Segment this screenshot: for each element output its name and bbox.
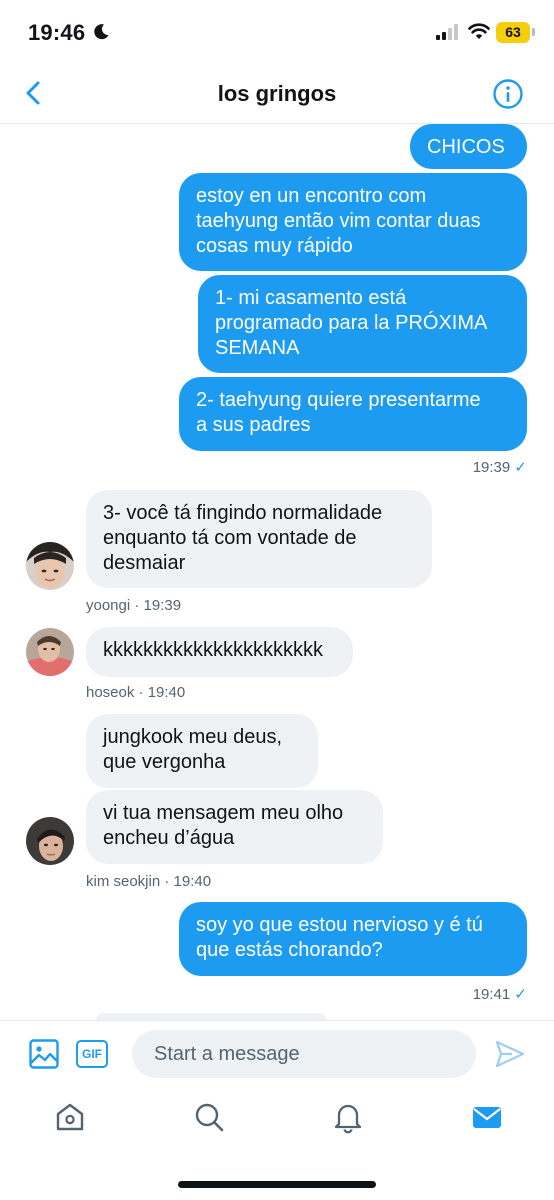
avatar-kim-seokjin[interactable] — [26, 817, 74, 865]
message-sender-meta: yoongi · 19:39 — [86, 597, 182, 614]
home-icon[interactable] — [53, 1100, 87, 1134]
image-icon[interactable] — [28, 1038, 60, 1070]
message-sender-meta: kim seokjin · 19:40 — [86, 873, 212, 890]
message-text-line: a sus padres — [196, 414, 311, 436]
message-text-line: encheu d’água — [103, 827, 235, 849]
message-text-line: 3- você tá fingindo normalidade — [103, 502, 383, 524]
wifi-icon — [468, 23, 490, 39]
search-icon[interactable] — [192, 1100, 226, 1134]
message-text-line: taehyung então vim contar duas — [196, 210, 481, 232]
conversation-title[interactable]: los gringos — [0, 81, 554, 107]
messages-envelope-icon[interactable] — [470, 1100, 504, 1134]
message-text-line: enquanto tá com vontade de — [103, 527, 357, 549]
message-timestamp: 19:39 ✓ — [473, 458, 527, 476]
incoming-message[interactable]: jungkook meu deus, que vergonha — [86, 714, 318, 788]
timestamp-text: 19:39 — [472, 459, 511, 476]
message-sender-meta: hoseok · 19:40 — [86, 684, 186, 701]
message-text-line: programado para la PRÓXIMA — [215, 312, 488, 334]
message-text-line: que vergonha — [103, 751, 226, 773]
moon-icon — [94, 24, 109, 40]
message-text-line: vi tua mensagem meu olho — [103, 802, 344, 824]
timestamp-text: 19:41 — [472, 986, 511, 1003]
sent-check-icon: ✓ — [514, 986, 527, 1003]
incoming-message[interactable]: kkkkkkkkkkkkkkkkkkkkkk — [86, 627, 353, 677]
message-text-line: cosas muy rápido — [196, 235, 353, 257]
incoming-message[interactable]: 3- você tá fingindo normalidade enquanto… — [86, 490, 432, 588]
message-text-line: 1- mi casamento está — [215, 287, 407, 309]
message-input[interactable] — [132, 1030, 476, 1078]
outgoing-message[interactable]: 1- mi casamento está programado para la … — [198, 275, 527, 373]
message-text: CHICOS — [427, 136, 505, 158]
outgoing-message[interactable]: 2- taehyung quiere presentarme a sus pad… — [179, 377, 527, 451]
message-timestamp: 19:41 ✓ — [473, 985, 527, 1003]
battery-indicator: 63 — [496, 22, 530, 43]
outgoing-message[interactable]: CHICOS — [410, 124, 527, 169]
avatar-hoseok[interactable] — [26, 628, 74, 676]
sent-check-icon: ✓ — [514, 459, 527, 476]
status-time: 19:46 — [28, 20, 86, 45]
gif-icon[interactable]: GIF — [76, 1040, 108, 1068]
outgoing-message[interactable]: estoy en un encontro com taehyung então … — [179, 173, 527, 271]
message-text: kkkkkkkkkkkkkkkkkkkkkk — [103, 639, 323, 661]
battery-cap — [532, 28, 535, 36]
message-text-line: 2- taehyung quiere presentarme — [196, 389, 481, 411]
message-text-line: jungkook meu deus, — [103, 726, 283, 748]
message-text-line: soy yo que estou nervioso y é tú — [196, 914, 483, 936]
signal-icon — [436, 24, 458, 40]
message-text-line: estoy en un encontro com — [196, 185, 427, 207]
message-text-line: SEMANA — [215, 337, 300, 359]
send-icon[interactable] — [494, 1038, 526, 1070]
outgoing-message[interactable]: soy yo que estou nervioso y é tú que est… — [179, 902, 527, 976]
incoming-message[interactable]: vi tua mensagem meu olho encheu d’água — [86, 790, 383, 864]
avatar-yoongi[interactable] — [26, 542, 74, 590]
status-bar: 19:46 63 — [0, 0, 554, 66]
message-text-line: desmaiar — [103, 552, 186, 574]
home-indicator[interactable] — [178, 1181, 376, 1188]
info-icon[interactable] — [492, 78, 524, 110]
message-text-line: que estás chorando? — [196, 939, 383, 961]
conversation-header: los gringos — [0, 66, 554, 124]
notifications-bell-icon[interactable] — [331, 1100, 365, 1134]
